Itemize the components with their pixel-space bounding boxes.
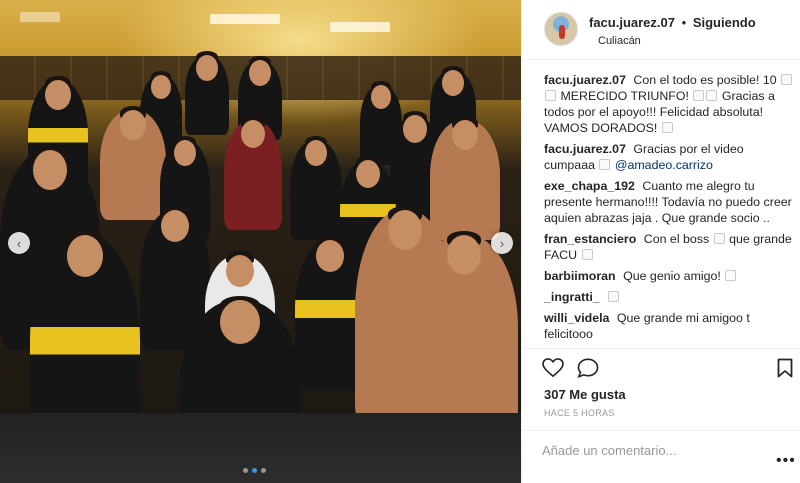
more-options-icon[interactable]: ••• [776, 452, 796, 470]
add-comment-bar: ••• [522, 430, 800, 483]
comment-item: barbiimoran Que genio amigo! [544, 268, 794, 284]
instagram-post: ‹ › facu.juarez.07 • Siguiendo Culiacán … [0, 0, 800, 483]
comment-username[interactable]: exe_chapa_192 [544, 179, 635, 193]
comment-item: willi_videla Que grande mi amigoo t feli… [544, 310, 794, 342]
emoji-icon [725, 270, 737, 281]
comment-item: fran_estanciero Con el boss que grande F… [544, 231, 794, 263]
comment-username[interactable]: willi_videla [544, 311, 609, 325]
post-photo[interactable]: ‹ › [0, 0, 521, 483]
comment-item: facu.juarez.07 Con el todo es posible! 1… [544, 72, 794, 136]
carousel-dot-active[interactable] [252, 468, 257, 473]
emoji-icon [581, 249, 593, 260]
comment-text: MERECIDO TRIUNFO! [560, 89, 689, 103]
follow-status-button[interactable]: Siguiendo [693, 15, 756, 30]
ceiling-light [210, 14, 280, 24]
post-header: facu.juarez.07 • Siguiendo Culiacán [522, 0, 800, 60]
comment-username[interactable]: _ingratti_ [544, 290, 600, 304]
carousel-dot[interactable] [261, 468, 266, 473]
player [290, 136, 342, 240]
player [430, 116, 500, 240]
comment-icon[interactable] [577, 358, 599, 378]
emoji-icon [706, 90, 718, 101]
post-sidebar: facu.juarez.07 • Siguiendo Culiacán facu… [521, 0, 800, 483]
action-bar [522, 348, 800, 378]
emoji-icon [661, 122, 673, 133]
emoji-icon [693, 90, 705, 101]
emoji-icon [781, 74, 793, 85]
player [100, 106, 166, 220]
emoji-icon [713, 233, 725, 244]
player [410, 231, 518, 435]
comment-item: _ingratti_ [544, 289, 794, 305]
likes-count[interactable]: 307 Me gusta [544, 387, 626, 402]
carousel-dots [243, 468, 266, 473]
heart-icon[interactable] [542, 358, 564, 378]
carousel-dot[interactable] [243, 468, 248, 473]
header-separator: • [681, 15, 687, 30]
header-username[interactable]: facu.juarez.07 [589, 15, 675, 30]
player [224, 116, 282, 230]
ceiling-light [20, 12, 60, 22]
avatar[interactable] [544, 12, 578, 46]
comment-username[interactable]: barbiimoran [544, 269, 616, 283]
comment-username[interactable]: fran_estanciero [544, 232, 636, 246]
comment-text: Que genio amigo! [623, 269, 721, 283]
post-timestamp: HACE 5 HORAS [544, 408, 615, 418]
mention-link[interactable]: @amadeo.carrizo [615, 158, 713, 172]
header-user-row: facu.juarez.07 • Siguiendo [589, 15, 756, 30]
comment-item: exe_chapa_192 Cuanto me alegro tu presen… [544, 178, 794, 226]
chevron-right-icon[interactable]: › [491, 232, 513, 254]
chevron-left-icon[interactable]: ‹ [8, 232, 30, 254]
comment-text: Con el boss [643, 232, 710, 246]
comment-item: facu.juarez.07 Gracias por el video cump… [544, 141, 794, 173]
comment-username[interactable]: facu.juarez.07 [544, 142, 626, 156]
ceiling-light [330, 22, 390, 32]
emoji-icon [545, 90, 556, 101]
comment-text: Con el todo es posible! 10 [633, 73, 777, 87]
player [185, 51, 229, 135]
emoji-icon [608, 291, 620, 302]
location-link[interactable]: Culiacán [598, 35, 641, 47]
comment-username[interactable]: facu.juarez.07 [544, 73, 626, 87]
add-comment-input[interactable] [542, 443, 762, 458]
bookmark-icon[interactable] [777, 358, 793, 378]
comments-list[interactable]: facu.juarez.07 Con el todo es posible! 1… [544, 72, 794, 347]
emoji-icon [599, 159, 611, 170]
